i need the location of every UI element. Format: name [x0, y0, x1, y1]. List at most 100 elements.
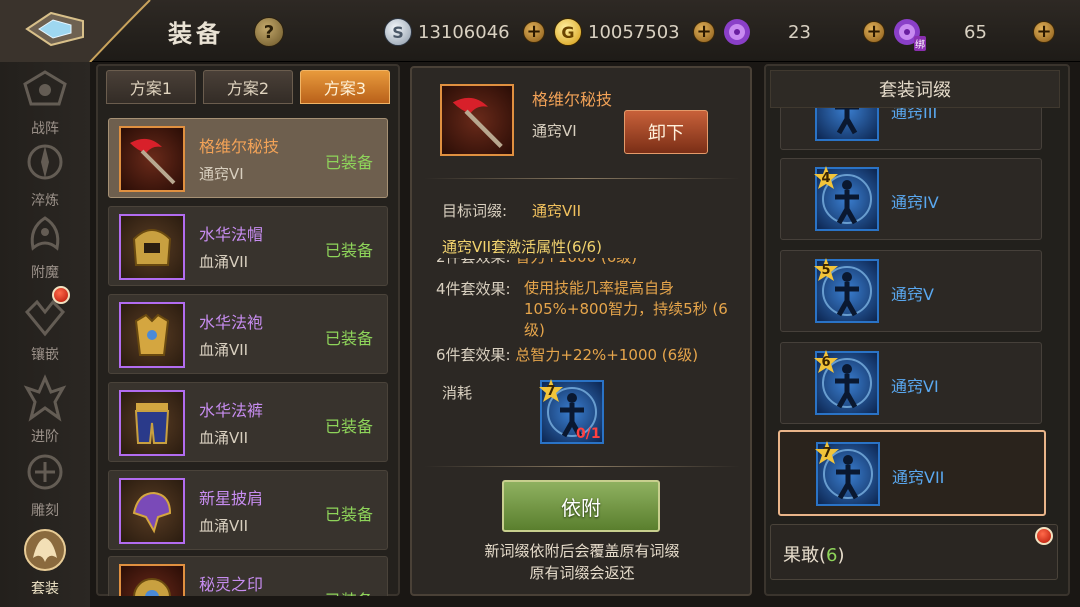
- set-bonus-6: 6件套效果: 总智力+22%+1000 (6级): [436, 344, 698, 365]
- unequip-button[interactable]: 卸下: [624, 110, 708, 154]
- level-star-icon: 4: [813, 165, 839, 191]
- attach-note-line-1: 新词缀依附后会覆盖原有词缀: [484, 542, 680, 560]
- equipment-row[interactable]: 水华法袍 血涌VII 已装备: [108, 294, 388, 374]
- equipped-status: 已装备: [324, 505, 373, 524]
- top-bar: 装备 ? S 13106046 + G 10057503 + 23 + 绑 65: [0, 0, 1080, 62]
- tab-plan-2[interactable]: 方案2: [203, 70, 293, 104]
- helmet-icon: [119, 214, 185, 280]
- pants-icon: [119, 390, 185, 456]
- add-gem-button[interactable]: +: [863, 21, 885, 43]
- cost-count: 0/1: [576, 426, 601, 442]
- advance-icon: [23, 374, 67, 422]
- level-star-icon: 7: [538, 378, 564, 404]
- set-activation-title: 通窍VII套激活属性(6/6): [442, 238, 602, 256]
- equipment-name: 水华法帽: [199, 225, 264, 244]
- gem-amount: 23: [788, 21, 811, 43]
- equipped-status: 已装备: [324, 417, 373, 436]
- equipment-name: 秘灵之印: [199, 575, 264, 594]
- sidebar-item-engrave[interactable]: 雕刻: [0, 442, 90, 528]
- set-effects-list: 2件套效果: 智力+1000 (6级) 4件套效果: 使用技能几率提高自身105…: [430, 258, 740, 368]
- equipment-name: 水华法袍: [199, 313, 264, 332]
- notification-dot: [52, 286, 70, 304]
- add-gold-button[interactable]: +: [693, 21, 715, 43]
- notification-dot: [1035, 527, 1053, 545]
- silver-currency: S 13106046: [384, 16, 510, 48]
- equipped-status: 已装备: [325, 587, 373, 596]
- bonus-desc: 使用技能几率提高自身105%+800智力，持续5秒 (6级): [524, 279, 728, 339]
- attach-button[interactable]: 依附: [502, 480, 660, 532]
- target-suffix-label: 目标词缀:: [442, 202, 508, 220]
- bonus-desc: 总智力+22%+1000 (6级): [515, 346, 699, 364]
- suffix-scroll-icon: 6: [814, 350, 879, 415]
- suffix-item-3[interactable]: 通窍III: [780, 108, 1042, 150]
- tab-plan-3[interactable]: 方案3: [300, 70, 390, 104]
- tab-plan-1[interactable]: 方案1: [106, 70, 196, 104]
- sidebar-label: 附魔: [31, 265, 59, 281]
- gem-currency: 23: [722, 16, 811, 48]
- bonus-label: 2件套效果:: [436, 258, 511, 266]
- equipment-row[interactable]: 水华法裤 血涌VII 已装备: [108, 382, 388, 462]
- equipped-status: 已装备: [324, 329, 373, 348]
- suffix-item-4[interactable]: 4 通窍IV: [780, 158, 1042, 240]
- add-silver-button[interactable]: +: [523, 21, 545, 43]
- set-bonus-2: 2件套效果: 智力+1000 (6级): [436, 258, 637, 267]
- level-number: 7: [822, 445, 832, 461]
- gold-coin-icon: G: [554, 18, 582, 46]
- level-number: 7: [546, 383, 556, 399]
- suffix-scroll-icon: 4: [813, 165, 879, 231]
- suffix-panel-title: 套装词缀: [770, 70, 1060, 108]
- brave-attribute: 果敢(6): [783, 541, 845, 567]
- selected-equipment-suffix: 通窍VI: [532, 122, 577, 140]
- equipment-suffix: 通窍VI: [199, 165, 244, 183]
- divider: [424, 466, 740, 467]
- equipment-name: 新星披肩: [199, 489, 264, 508]
- robe-icon: [119, 302, 185, 368]
- bound-gem-currency: 绑 65: [892, 16, 987, 51]
- equipment-suffix: 血涌VII: [199, 341, 249, 359]
- equipment-suffix: 血涌VII: [199, 517, 249, 535]
- cost-label: 消耗: [442, 384, 473, 402]
- brave-close-paren: ): [837, 545, 845, 566]
- suffix-name: 通窍VI: [891, 377, 939, 396]
- selected-equipment-name: 格维尔秘技: [532, 90, 613, 109]
- suffix-scroll-icon: 5: [814, 258, 879, 323]
- equipment-row[interactable]: 格维尔秘技 通窍VI 已装备: [108, 118, 388, 198]
- attach-note-line-2: 原有词缀会返还: [529, 564, 635, 582]
- bound-gem-amount: 65: [964, 21, 987, 43]
- silver-coin-icon: S: [384, 18, 412, 46]
- weapon-icon: [119, 126, 185, 192]
- weapon-icon: [440, 84, 514, 156]
- seal-icon: [119, 564, 185, 596]
- level-number: 5: [821, 262, 831, 278]
- help-button[interactable]: ?: [254, 17, 284, 47]
- sidebar-item-inlay[interactable]: 镶嵌: [0, 286, 90, 372]
- back-button[interactable]: [18, 8, 90, 50]
- brave-label: 果敢: [783, 545, 819, 566]
- sidebar: 战阵 淬炼 附魔 镶嵌 进阶 雕刻 套装: [0, 62, 90, 607]
- level-number: 6: [821, 354, 831, 370]
- suffix-item-6[interactable]: 6 通窍VI: [780, 342, 1042, 424]
- bonus-label: 4件套效果:: [436, 280, 511, 298]
- equipment-list: 格维尔秘技 通窍VI 已装备 水华法帽 血涌VII 已装备 水华法袍 血涌VII…: [96, 112, 400, 596]
- set-icon: [24, 529, 66, 571]
- shoulder-icon: [119, 478, 185, 544]
- equipment-row[interactable]: 新星披肩 血涌VII 已装备: [108, 470, 388, 550]
- bound-badge: 绑: [914, 36, 926, 51]
- sidebar-label: 镶嵌: [31, 347, 59, 363]
- suffix-item-5[interactable]: 5 通窍V: [780, 250, 1042, 332]
- sidebar-item-set[interactable]: 套装: [0, 520, 90, 606]
- equipment-name: 格维尔秘技: [199, 137, 280, 156]
- equipment-row[interactable]: 秘灵之印 已装备: [108, 556, 388, 596]
- equipped-status: 已装备: [324, 241, 373, 260]
- enchant-icon: [30, 216, 60, 251]
- equipment-row[interactable]: 水华法帽 血涌VII 已装备: [108, 206, 388, 286]
- level-star-icon: 7: [814, 440, 840, 466]
- suffix-item-7[interactable]: 7 通窍VII: [778, 430, 1046, 516]
- gold-amount: 10057503: [588, 21, 680, 43]
- temper-icon: [27, 144, 63, 180]
- suffix-name: 通窍III: [891, 108, 938, 122]
- equipment-name: 水华法裤: [199, 401, 264, 420]
- brave-attribute-box[interactable]: 果敢(6): [770, 524, 1058, 580]
- add-bound-gem-button[interactable]: +: [1033, 21, 1055, 43]
- sidebar-item-enchant[interactable]: 附魔: [0, 204, 90, 290]
